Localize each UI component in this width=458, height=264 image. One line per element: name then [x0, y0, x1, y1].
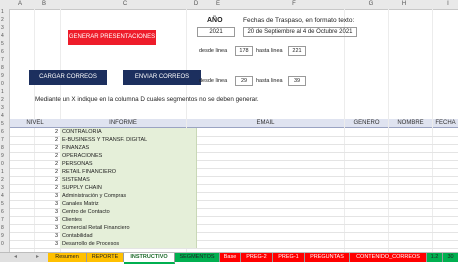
row-number[interactable]: 8 — [1, 225, 4, 231]
table-row[interactable]: 3 Desarrollo de Procesos — [10, 240, 458, 249]
informe-cell[interactable]: PERSONAS — [60, 160, 197, 168]
row-number[interactable]: 0 — [1, 241, 4, 247]
informe-cell[interactable]: FINANZAS — [60, 144, 197, 152]
nivel-cell[interactable]: 2 — [10, 184, 58, 192]
nivel-cell[interactable]: 2 — [10, 136, 58, 144]
table-header-informe[interactable]: INFORME — [60, 119, 186, 128]
enviar-correos-button[interactable]: ENVIAR CORREOS — [123, 70, 201, 85]
row-number[interactable]: 3 — [1, 185, 4, 191]
row-number[interactable]: 4 — [1, 113, 4, 119]
informe-cell[interactable]: RETAIL FINANCIERO — [60, 168, 197, 176]
row-number[interactable]: 4 — [1, 193, 4, 199]
row-number[interactable]: 6 — [1, 209, 4, 215]
row-number[interactable]: 5 — [1, 201, 4, 207]
row-number[interactable]: 1 — [1, 9, 4, 15]
fechas-input[interactable]: 20 de Septiembre al 4 de Octubre 2021 — [243, 27, 357, 37]
desde-linea-label: desde linea — [199, 48, 228, 54]
informe-cell[interactable]: SUPPLY CHAIN — [60, 184, 197, 192]
nivel-cell[interactable]: 2 — [10, 128, 58, 136]
informe-cell[interactable]: Comercial Retail Financiero — [60, 224, 197, 232]
nivel-cell[interactable]: 3 — [10, 208, 58, 216]
informe-cell[interactable]: Canales Matriz — [60, 200, 197, 208]
nivel-cell[interactable]: 2 — [10, 168, 58, 176]
nivel-cell[interactable]: 2 — [10, 144, 58, 152]
nivel-cell[interactable]: 2 — [10, 160, 58, 168]
column-header-h[interactable]: H — [402, 1, 406, 7]
column-header-d[interactable]: D — [194, 1, 198, 7]
table-header-email[interactable]: EMAIL — [187, 119, 344, 128]
hasta-linea-label: hasta linea — [256, 48, 283, 54]
column-header-bar: A B C D E F G H I — [0, 0, 458, 10]
informe-cell[interactable]: Centro de Contacto — [60, 208, 197, 216]
desde-linea-label: desde linea — [199, 78, 228, 84]
informe-cell[interactable]: E-BUSINESS Y TRANSF. DIGITAL — [60, 136, 197, 144]
row-number[interactable]: 7 — [1, 137, 4, 143]
informe-cell[interactable]: Contabilidad — [60, 232, 197, 240]
row-number[interactable]: 1 — [1, 89, 4, 95]
nivel-cell[interactable]: 3 — [10, 224, 58, 232]
row-number[interactable]: 7 — [1, 57, 4, 63]
row-number[interactable]: 1 — [1, 169, 4, 175]
informe-cell[interactable]: SISTEMAS — [60, 176, 197, 184]
column-header-e[interactable]: E — [216, 1, 220, 7]
anio-input[interactable]: 2021 — [197, 27, 235, 37]
informe-cell[interactable]: CONTRALORIA — [60, 128, 197, 136]
row-number[interactable]: 8 — [1, 65, 4, 71]
row-number[interactable]: 0 — [1, 81, 4, 87]
table-header-nombre[interactable]: NOMBRE — [389, 119, 432, 128]
nivel-cell[interactable]: 3 — [10, 216, 58, 224]
row-number[interactable]: 2 — [1, 177, 4, 183]
row-number[interactable]: 6 — [1, 129, 4, 135]
row-number[interactable]: 8 — [1, 145, 4, 151]
nivel-cell[interactable]: 3 — [10, 240, 58, 248]
informe-cell[interactable]: OPERACIONES — [60, 152, 197, 160]
column-header-f[interactable]: F — [292, 1, 296, 7]
fechas-label: Fechas de Traspaso, en formato texto: — [243, 17, 355, 24]
anio-label: AÑO — [207, 17, 223, 24]
row-number[interactable]: 9 — [1, 73, 4, 79]
nivel-cell[interactable]: 3 — [10, 200, 58, 208]
informe-cell[interactable]: Administración y Compras — [60, 192, 197, 200]
hasta-linea-input[interactable]: 39 — [288, 76, 306, 86]
column-header-a[interactable]: A — [18, 1, 22, 7]
row-number[interactable]: 3 — [1, 105, 4, 111]
nivel-cell[interactable]: 2 — [10, 176, 58, 184]
table-header-nivel[interactable]: NIVEL — [10, 119, 60, 128]
hasta-linea-label: hasta linea — [256, 78, 283, 84]
nivel-cell[interactable]: 3 — [10, 232, 58, 240]
table-header-fecha[interactable]: FECHA — [433, 119, 458, 128]
column-header-i[interactable]: I — [447, 1, 449, 7]
instruction-text: Mediante un X indique en la columna D cu… — [35, 96, 259, 103]
informe-cell[interactable]: Clientes — [60, 216, 197, 224]
desde-linea-input[interactable]: 29 — [235, 76, 253, 86]
cargar-correos-button[interactable]: CARGAR CORREOS — [29, 70, 107, 85]
row-number[interactable]: 9 — [1, 233, 4, 239]
nivel-cell[interactable]: 2 — [10, 152, 58, 160]
column-header-b[interactable]: B — [42, 1, 46, 7]
row-number[interactable]: 5 — [1, 121, 4, 127]
informe-cell[interactable]: Desarrollo de Procesos — [60, 240, 197, 248]
row-number[interactable]: 4 — [1, 33, 4, 39]
row-number[interactable]: 2 — [1, 17, 4, 23]
nivel-cell[interactable]: 3 — [10, 192, 58, 200]
row-number[interactable]: 0 — [1, 161, 4, 167]
row-number[interactable]: 7 — [1, 217, 4, 223]
row-number[interactable]: 2 — [1, 97, 4, 103]
table-header-genero[interactable]: GENERO — [345, 119, 388, 128]
hasta-linea-input[interactable]: 221 — [288, 46, 306, 56]
column-header-c[interactable]: C — [123, 1, 127, 7]
column-header-g[interactable]: G — [369, 1, 374, 7]
row-number[interactable]: 9 — [1, 153, 4, 159]
row-header-bar: 1 2 3 4 5 6 7 8 9 0 1 2 3 4 5 6 7 8 9 0 … — [0, 9, 10, 252]
sheet-tab-instructivo[interactable]: INSTRUCTIVO — [124, 253, 175, 264]
generar-presentaciones-button[interactable]: GENERAR PRESENTACIONES — [68, 30, 156, 45]
desde-linea-input[interactable]: 178 — [235, 46, 253, 56]
row-number[interactable]: 6 — [1, 49, 4, 55]
row-number[interactable]: 5 — [1, 41, 4, 47]
row-number[interactable]: 3 — [1, 25, 4, 31]
